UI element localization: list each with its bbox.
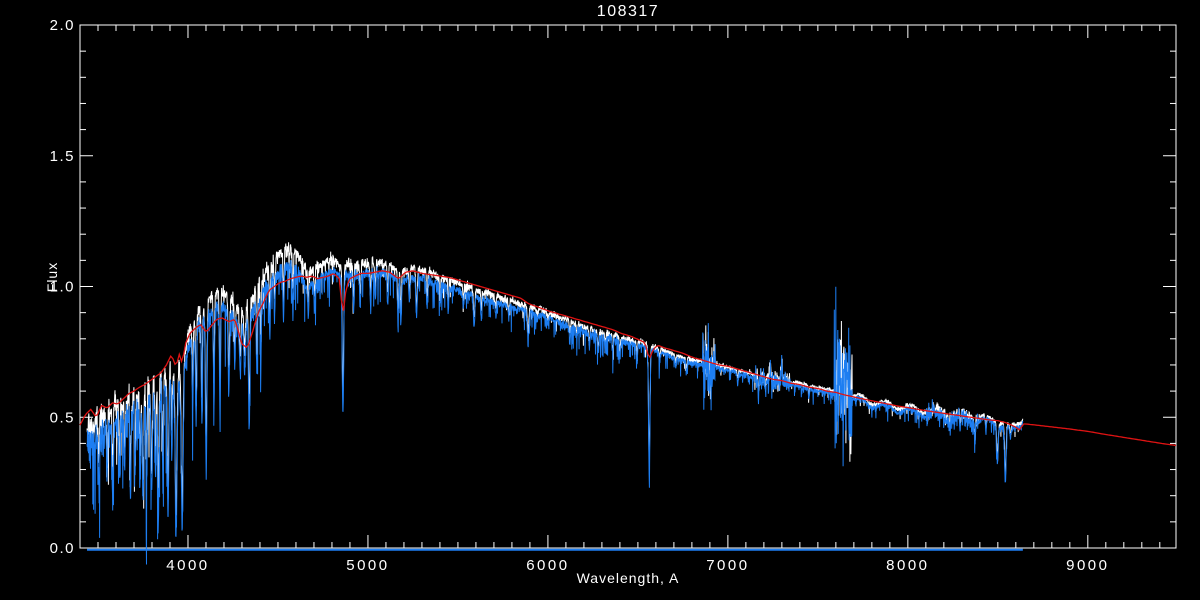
tick-label: 0.0 bbox=[50, 540, 75, 557]
observed-spectrum-white bbox=[86, 242, 1024, 516]
tick-label: 0.5 bbox=[50, 409, 75, 426]
axis-tick-labels: 4000 5000 6000 7000 8000 90000.00.51.01.52.0 bbox=[50, 17, 1107, 574]
spectrum-plot-canvas: 4000 5000 6000 7000 8000 90000.00.51.01.52.0 bbox=[50, 17, 1177, 574]
tick-label: 2.0 bbox=[50, 17, 75, 34]
plot-title: 108317 bbox=[596, 3, 660, 20]
y-axis-title: Flux bbox=[44, 261, 60, 293]
spectrum-plot-window: 4000 5000 6000 7000 8000 9000 0.0 0.5 1.0 1.5 2.0 … bbox=[0, 0, 1200, 600]
plot-box bbox=[79, 24, 1177, 549]
tick-label: 1.5 bbox=[50, 148, 75, 165]
x-axis-title: Wavelength, A bbox=[576, 570, 680, 586]
axis-ticks bbox=[80, 25, 1176, 548]
